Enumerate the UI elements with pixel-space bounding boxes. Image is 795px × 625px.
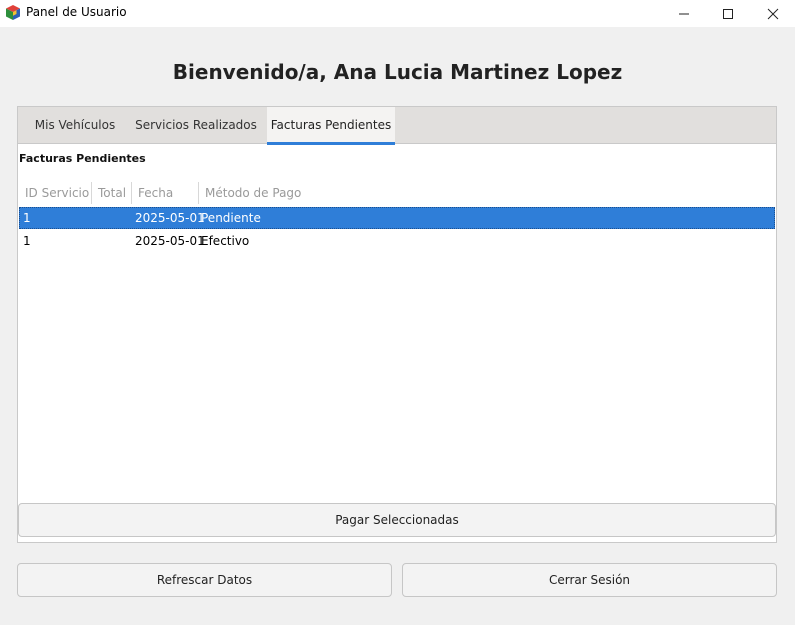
cell-fecha: 2025-05-01	[135, 234, 205, 248]
cell-id-servicio: 1	[23, 234, 31, 248]
tab-widget: Mis Vehículos Servicios Realizados Factu…	[17, 106, 777, 543]
close-icon	[767, 8, 779, 19]
cell-metodo-pago: Efectivo	[201, 234, 250, 248]
table-header: ID Servicio Total Fecha Método de Pago	[19, 181, 775, 205]
column-header-metodo-pago[interactable]: Método de Pago	[199, 181, 399, 205]
cell-metodo-pago: Pendiente	[201, 211, 261, 225]
column-header-fecha[interactable]: Fecha	[132, 181, 198, 205]
cell-fecha: 2025-05-01	[135, 211, 205, 225]
column-header-id-servicio[interactable]: ID Servicio	[19, 181, 91, 205]
logout-button[interactable]: Cerrar Sesión	[402, 563, 777, 597]
column-header-total[interactable]: Total	[92, 181, 131, 205]
pay-selected-button[interactable]: Pagar Seleccionadas	[18, 503, 776, 537]
minimize-button[interactable]	[661, 0, 707, 27]
maximize-button[interactable]	[705, 0, 751, 27]
close-button[interactable]	[750, 0, 795, 27]
table-row[interactable]: 1 2025-05-01 Pendiente	[19, 207, 775, 229]
cube-icon	[6, 5, 20, 20]
title-bar: Panel de Usuario	[0, 0, 795, 27]
welcome-heading: Bienvenido/a, Ana Lucia Martinez Lopez	[172, 60, 623, 84]
tab-facturas-pendientes[interactable]: Facturas Pendientes	[267, 107, 395, 145]
tab-servicios-realizados[interactable]: Servicios Realizados	[132, 107, 260, 144]
cell-id-servicio: 1	[23, 211, 31, 225]
tab-bar: Mis Vehículos Servicios Realizados Factu…	[18, 107, 776, 145]
refresh-button[interactable]: Refrescar Datos	[17, 563, 392, 597]
section-title: Facturas Pendientes	[19, 152, 146, 165]
tab-mis-vehiculos[interactable]: Mis Vehículos	[24, 107, 126, 144]
window-title: Panel de Usuario	[26, 5, 127, 19]
minimize-icon	[679, 13, 689, 14]
maximize-icon	[723, 8, 733, 19]
table-row[interactable]: 1 2025-05-01 Efectivo	[19, 230, 775, 252]
